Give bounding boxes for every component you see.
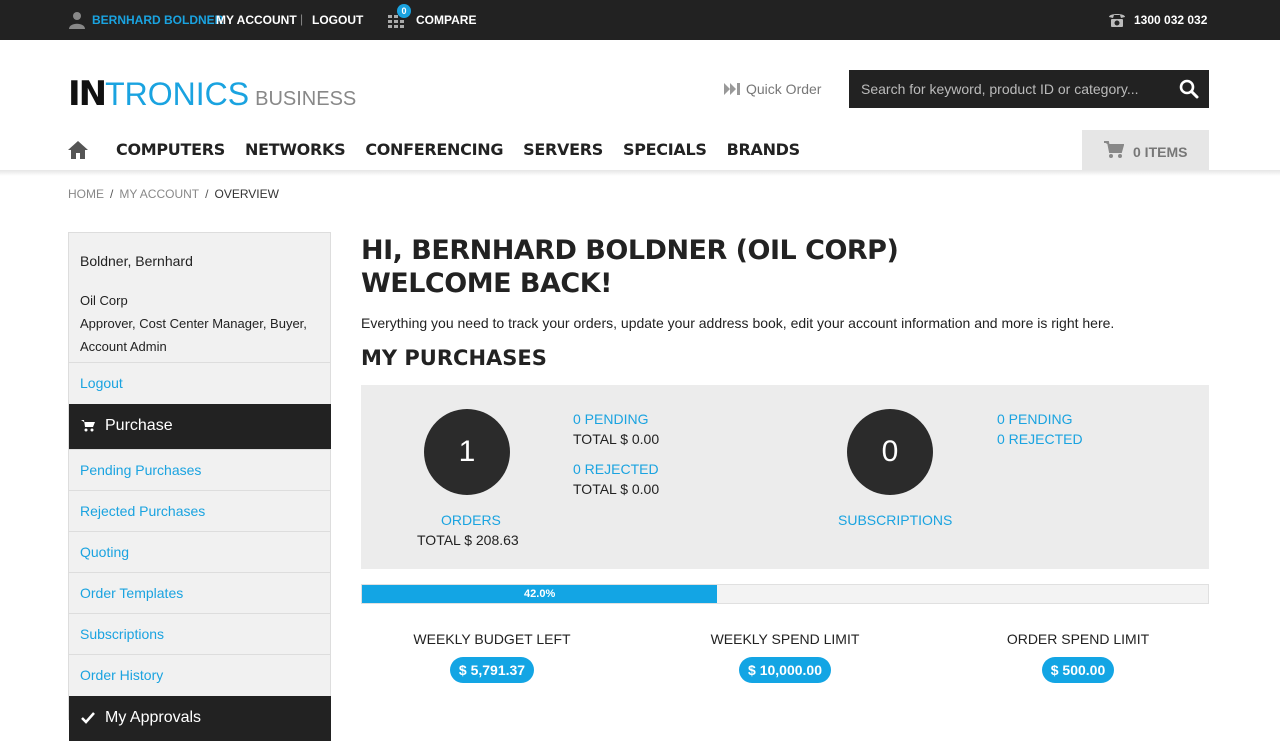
search-input[interactable] [849, 70, 1169, 108]
breadcrumb-account[interactable]: MY ACCOUNT [119, 187, 199, 201]
top-bar: BERNHARD BOLDNER MY ACCOUNT | LOGOUT 0 C… [0, 0, 1280, 40]
subscriptions-pending-link[interactable]: 0 PENDING [997, 411, 1072, 427]
orders-count-circle[interactable]: 1 [424, 409, 510, 495]
user-name-link[interactable]: BERNHARD BOLDNER [92, 13, 223, 27]
compare-count-badge: 0 [397, 4, 411, 18]
budget-label: WEEKLY SPEND LIMIT [710, 631, 860, 647]
budget-value-badge: $ 10,000.00 [739, 657, 831, 683]
sidebar-item-rejected-purchases[interactable]: Rejected Purchases [69, 490, 330, 531]
compare-link[interactable]: COMPARE [416, 13, 476, 27]
phone-number[interactable]: 1300 032 032 [1134, 13, 1207, 27]
cart-label: 0 ITEMS [1133, 144, 1188, 160]
fast-forward-icon [724, 83, 740, 95]
budget-progress-fill: 42.0% [362, 585, 718, 603]
phone-icon [1109, 14, 1125, 27]
sidebar-item-order-history[interactable]: Order History [69, 654, 330, 695]
nav-item-networks[interactable]: NETWORKS [245, 140, 346, 159]
logo-in: IN [68, 74, 107, 114]
greeting-line-1: HI, BERNHARD BOLDNER (OIL CORP) [361, 235, 899, 266]
greeting-heading: HI, BERNHARD BOLDNER (OIL CORP) WELCOME … [361, 234, 899, 300]
logo-tronics: TRONICS [105, 76, 250, 112]
sidebar-item-pending-purchases[interactable]: Pending Purchases [69, 449, 330, 490]
my-purchases-title: MY PURCHASES [361, 346, 547, 370]
orders-rejected-link[interactable]: 0 REJECTED [573, 461, 659, 477]
sidebar-section-purchase[interactable]: Purchase [69, 404, 331, 449]
logo-business: BUSINESS [255, 88, 357, 110]
cart-icon [1104, 141, 1124, 158]
nav-item-servers[interactable]: SERVERS [523, 140, 603, 159]
budget-label: WEEKLY BUDGET LEFT [413, 631, 571, 647]
search-icon[interactable] [1179, 79, 1199, 99]
account-company: Oil Corp [80, 293, 128, 308]
purchases-summary-panel: 1 ORDERS TOTAL $ 208.63 0 PENDING TOTAL … [361, 385, 1209, 569]
budget-label: ORDER SPEND LIMIT [1006, 631, 1150, 647]
breadcrumb-separator: / [110, 187, 114, 201]
account-name: Boldner, Bernhard [80, 253, 193, 269]
my-account-link[interactable]: MY ACCOUNT [216, 13, 297, 27]
orders-pending-total: TOTAL $ 0.00 [573, 431, 660, 447]
orders-total: TOTAL $ 208.63 [417, 532, 519, 548]
user-icon [69, 12, 85, 29]
account-org-info: Oil Corp Approver, Cost Center Manager, … [80, 289, 320, 358]
home-icon[interactable] [68, 141, 88, 159]
breadcrumb-current: OVERVIEW [214, 187, 279, 201]
quick-order-link[interactable]: Quick Order [724, 81, 821, 97]
nav-item-brands[interactable]: BRANDS [727, 140, 801, 159]
logout-link[interactable]: LOGOUT [312, 13, 363, 27]
orders-pending-link[interactable]: 0 PENDING [573, 411, 648, 427]
sidebar-logout-link[interactable]: Logout [69, 362, 330, 403]
budget-value-badge: $ 5,791.37 [449, 657, 535, 683]
nav-item-specials[interactable]: SPECIALS [623, 140, 707, 159]
header-divider [0, 170, 1280, 176]
budget-value-badge: $ 500.00 [1041, 657, 1115, 683]
quick-order-label: Quick Order [746, 81, 822, 97]
greeting-line-2: WELCOME BACK! [361, 268, 612, 299]
sidebar-item-quoting[interactable]: Quoting [69, 531, 330, 572]
subscriptions-link[interactable]: SUBSCRIPTIONS [838, 512, 952, 528]
search-bar [849, 70, 1209, 108]
orders-rejected-total: TOTAL $ 0.00 [573, 481, 660, 497]
sidebar-section-approvals[interactable]: My Approvals [69, 696, 331, 741]
orders-link[interactable]: ORDERS [441, 512, 501, 528]
subscriptions-rejected-link[interactable]: 0 REJECTED [997, 431, 1083, 447]
subscriptions-count-circle[interactable]: 0 [847, 409, 933, 495]
weekly-budget-left: WEEKLY BUDGET LEFT $ 5,791.37 [352, 631, 632, 683]
breadcrumb: HOME / MY ACCOUNT / OVERVIEW [68, 187, 279, 201]
nav-item-computers[interactable]: COMPUTERS [116, 140, 225, 159]
intro-text: Everything you need to track your orders… [361, 315, 1115, 331]
sidebar-item-order-templates[interactable]: Order Templates [69, 572, 330, 613]
account-roles: Approver, Cost Center Manager, Buyer, Ac… [80, 316, 307, 354]
cart-button[interactable]: 0 ITEMS [1082, 130, 1209, 170]
checkmark-icon [81, 712, 95, 724]
topbar-separator: | [300, 12, 304, 26]
breadcrumb-separator: / [205, 187, 209, 201]
budget-progress-bar: 42.0% [361, 584, 1209, 604]
order-spend-limit: ORDER SPEND LIMIT $ 500.00 [938, 631, 1218, 683]
sidebar-section-label: Purchase [105, 417, 173, 434]
weekly-spend-limit: WEEKLY SPEND LIMIT $ 10,000.00 [645, 631, 925, 683]
cart-icon [81, 420, 95, 432]
sidebar-section-label: My Approvals [105, 709, 202, 726]
account-sidebar: Boldner, Bernhard Oil Corp Approver, Cos… [68, 232, 331, 741]
nav-item-conferencing[interactable]: CONFERENCING [365, 140, 503, 159]
sidebar-item-subscriptions[interactable]: Subscriptions [69, 613, 330, 654]
breadcrumb-home[interactable]: HOME [68, 187, 104, 201]
intronics-logo[interactable]: INTRONICS BUSINESS [68, 74, 357, 114]
